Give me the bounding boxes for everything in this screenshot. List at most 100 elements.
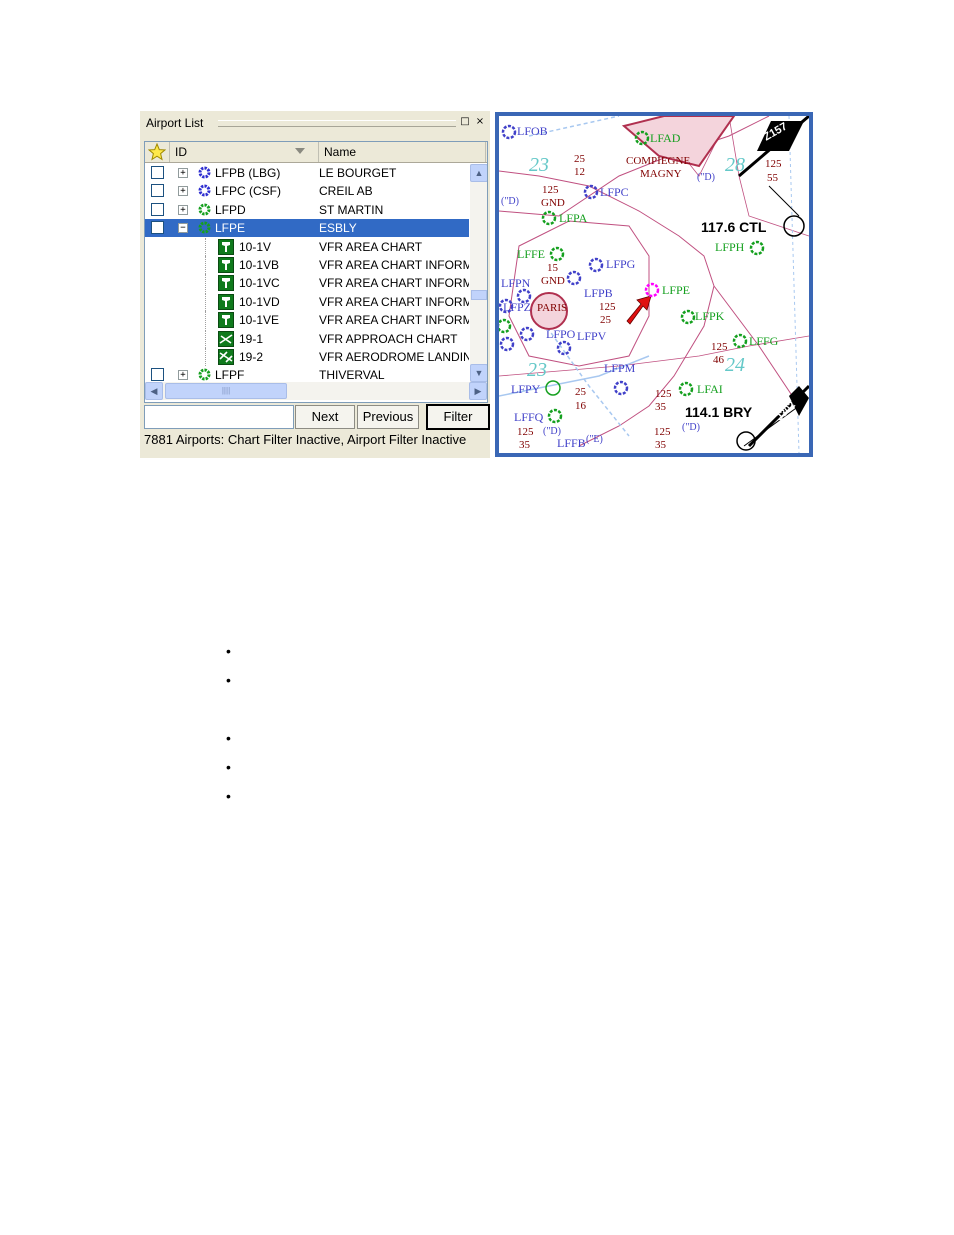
map-label-class-d-c: ("D) [682, 422, 700, 433]
vertical-scrollbar[interactable]: ▲ ▼ [470, 164, 487, 382]
map-label-lfai: LFAI [697, 382, 723, 396]
sort-descending-icon[interactable] [295, 148, 305, 154]
map-label-24: 24 [725, 354, 745, 376]
chart-row[interactable]: 10-1VB VFR AREA CHART INFORM [145, 256, 469, 274]
area-chart-icon [218, 238, 234, 255]
close-icon[interactable]: × [474, 116, 486, 128]
map-view[interactable]: LFOB LFAD Z157 COMPIEGNE MAGNY 23 28 125… [495, 112, 813, 457]
map-label-alt-55: 55 [767, 172, 778, 184]
map-label-class-d-a: ("D) [501, 196, 519, 207]
row-checkbox[interactable] [151, 368, 164, 382]
airport-row[interactable]: − LFPE ESBLY [145, 219, 469, 238]
filter-button[interactable]: Filter [426, 404, 490, 430]
airport-blue-icon [197, 183, 212, 198]
scroll-right-button[interactable]: ▶ [469, 382, 487, 400]
chart-row[interactable]: 10-1VE VFR AREA CHART INFORM [145, 311, 469, 330]
chart-row[interactable]: 19-1 VFR APPROACH CHART [145, 329, 469, 348]
map-label-lfpn: LFPN [501, 276, 531, 290]
row-name: ESBLY [319, 221, 357, 236]
map-label-alt-125e: 125 [517, 426, 534, 438]
name-column-header[interactable]: Name [319, 142, 486, 162]
chart-row[interactable]: 10-1V VFR AREA CHART [145, 237, 469, 256]
map-label-lfpc: LFPC [600, 185, 629, 199]
chart-row[interactable]: 10-1VC VFR AREA CHART INFORM [145, 274, 469, 293]
airport-row[interactable]: + LFPF THIVERVAL [145, 366, 469, 382]
map-label-alt-125f: 125 [654, 426, 671, 438]
row-id: LFPB (LBG) [215, 166, 281, 180]
map-label-lfad: LFAD [650, 131, 681, 145]
map-label-alt-35c: 35 [655, 439, 666, 451]
next-button[interactable]: Next [295, 405, 355, 429]
row-checkbox[interactable] [151, 202, 164, 216]
id-column-header[interactable]: ID [170, 142, 319, 162]
map-label-lfpg: LFPG [606, 257, 636, 271]
map-label-alt-25b: 25 [600, 314, 611, 326]
horizontal-scroll-thumb[interactable]: |||| [165, 383, 287, 399]
row-checkbox[interactable] [151, 221, 164, 235]
horizontal-scrollbar[interactable]: ◀ |||| ▶ [145, 382, 487, 400]
area-chart-icon [218, 293, 234, 310]
scroll-up-button[interactable]: ▲ [470, 164, 487, 182]
row-id: 10-1VE [239, 313, 280, 328]
row-id: 10-1VC [239, 276, 280, 291]
column-header: ID Name [145, 142, 487, 163]
search-input[interactable] [144, 405, 294, 429]
restore-icon[interactable]: □ [459, 116, 471, 128]
map-label-alt-35b: 35 [519, 439, 530, 451]
map-label-alt-35: 35 [655, 401, 666, 413]
row-id: 10-1VD [239, 294, 280, 309]
row-id: LFPD [215, 202, 246, 217]
row-checkbox[interactable] [151, 184, 164, 198]
map-label-alt-125b: 125 [599, 301, 616, 313]
map-canvas[interactable]: LFOB LFAD Z157 COMPIEGNE MAGNY 23 28 125… [499, 116, 809, 453]
bullet-5: • [226, 788, 231, 804]
map-label-gnd-b: GND [541, 275, 565, 287]
scroll-down-button[interactable]: ▼ [470, 364, 487, 382]
titlebar-grip[interactable] [218, 120, 456, 127]
chart-row[interactable]: 19-2 VFR AERODROME LANDIN( [145, 348, 469, 366]
airport-row[interactable]: + LFPC (CSF) CREIL AB [145, 182, 469, 200]
map-label-lfpy: LFPY [511, 382, 541, 396]
map-label-alt-16: 16 [575, 400, 586, 412]
tree-line [205, 311, 206, 330]
collapse-icon[interactable]: − [178, 223, 188, 234]
tree-line [205, 274, 206, 293]
row-name: VFR AERODROME LANDIN( [319, 350, 469, 364]
tree-line [205, 329, 206, 348]
tree-line [205, 292, 206, 311]
map-label-gnd-a: GND [541, 197, 565, 209]
airport-row[interactable]: + LFPD ST MARTIN [145, 201, 469, 219]
favorites-column-header[interactable] [145, 142, 170, 162]
chart-row[interactable]: 10-1VD VFR AREA CHART INFORM [145, 292, 469, 311]
map-label-alt-25c: 25 [575, 386, 586, 398]
map-label-23b: 23 [527, 359, 547, 381]
airport-row[interactable]: + LFPB (LBG) LE BOURGET [145, 164, 469, 182]
row-name: LE BOURGET [319, 166, 397, 180]
map-label-lfpb: LFPB [584, 286, 613, 300]
map-label-alt-125c: 125 [711, 341, 728, 353]
expand-icon[interactable]: + [178, 204, 188, 215]
previous-button[interactable]: Previous [357, 405, 419, 429]
expand-icon[interactable]: + [178, 186, 188, 197]
airport-tree: ID Name + LFPB (LBG) LE BOURGET + LFPC (CSF)… [144, 141, 488, 403]
airport-green-icon [197, 220, 212, 235]
panel-title: Airport List [146, 116, 204, 130]
vertical-scroll-thumb[interactable] [471, 290, 487, 300]
expand-icon[interactable]: + [178, 370, 188, 381]
map-label-lfpz: LFPZ [503, 300, 532, 314]
map-label-lfob: LFOB [517, 124, 548, 138]
map-label-lffq: LFFQ [514, 410, 544, 424]
map-label-lffe: LFFE [517, 247, 546, 261]
panel-titlebar[interactable]: Airport List □ × [140, 111, 490, 135]
scroll-left-button[interactable]: ◀ [145, 382, 163, 400]
map-label-magny: MAGNY [640, 168, 682, 180]
row-id: 10-1VB [239, 258, 280, 272]
row-id: LFPE [215, 221, 246, 236]
map-label-alt-125: 125 [765, 158, 782, 170]
row-id: LFPF [215, 368, 245, 382]
airport-list-panel: Airport List □ × ID Name + LFPB (LBG) LE B… [140, 111, 490, 458]
row-checkbox[interactable] [151, 166, 164, 179]
expand-icon[interactable]: + [178, 168, 188, 178]
map-label-23a: 23 [529, 154, 549, 176]
row-name: ST MARTIN [319, 202, 384, 217]
